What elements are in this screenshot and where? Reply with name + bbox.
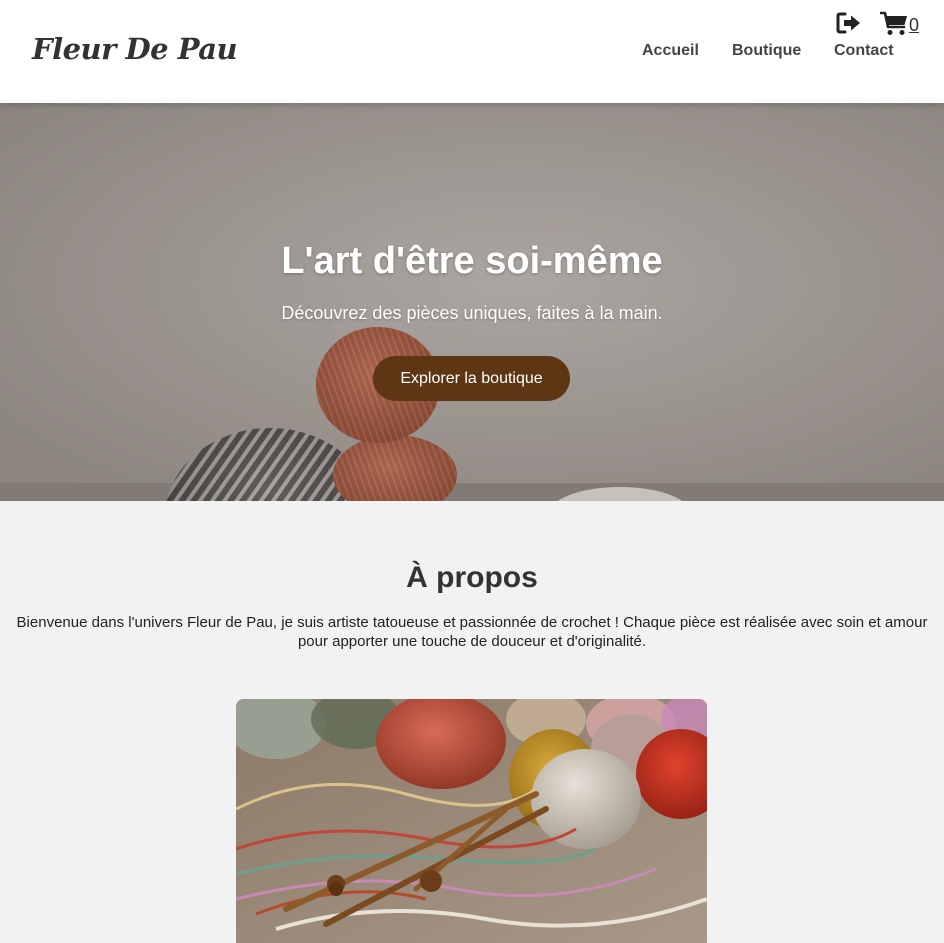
hero-title: L'art d'être soi-même bbox=[281, 240, 663, 282]
hero-background-image bbox=[0, 103, 944, 501]
cart-icon[interactable] bbox=[880, 11, 908, 36]
hero-subtitle: Découvrez des pièces uniques, faites à l… bbox=[281, 303, 663, 323]
cart-count[interactable]: 0 bbox=[909, 15, 919, 36]
about-text: Bienvenue dans l'univers Fleur de Pau, j… bbox=[16, 614, 928, 650]
logout-icon[interactable] bbox=[836, 12, 862, 34]
explore-shop-button[interactable]: Explorer la boutique bbox=[373, 356, 570, 401]
site-header: Fleur De Pau 0 Accueil Boutique Contact bbox=[0, 0, 944, 103]
hero-banner: L'art d'être soi-même Découvrez des pièc… bbox=[0, 103, 944, 501]
nav-contact[interactable]: Contact bbox=[834, 42, 894, 60]
nav-home[interactable]: Accueil bbox=[642, 42, 699, 60]
nav-shop[interactable]: Boutique bbox=[732, 42, 801, 60]
yarn-photo bbox=[236, 699, 707, 943]
about-title: À propos bbox=[406, 561, 538, 594]
main-nav: Accueil Boutique Contact bbox=[0, 42, 944, 62]
